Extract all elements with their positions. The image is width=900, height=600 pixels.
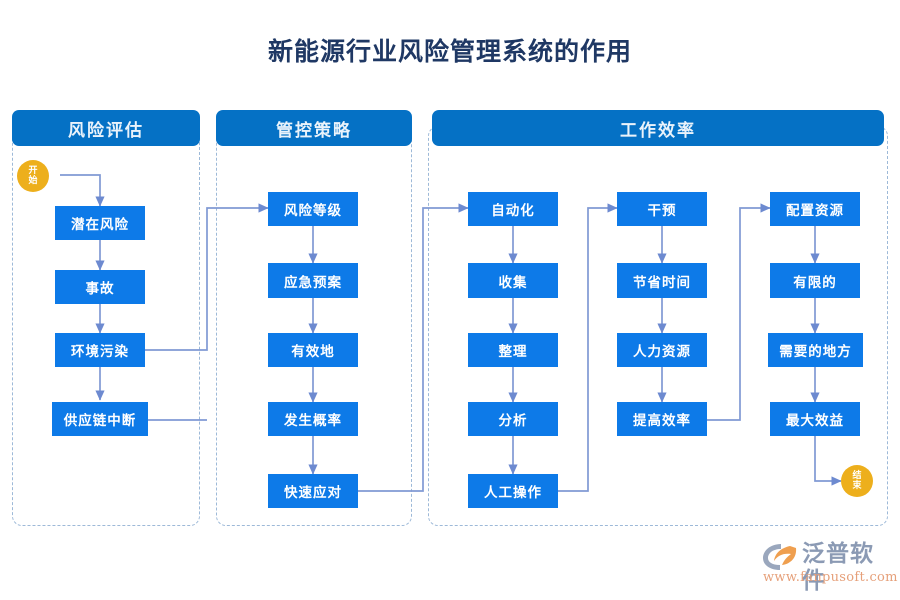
page-title: 新能源行业风险管理系统的作用: [267, 37, 632, 66]
node-column-risk-3[interactable]: 供应链中断: [52, 402, 148, 436]
logo-company-name: 泛普软件: [802, 541, 874, 594]
node-column-intervention-3[interactable]: 提高效率: [617, 402, 707, 436]
node-label: 自动化: [491, 203, 535, 219]
node-column-automation-2[interactable]: 整理: [468, 333, 558, 367]
logo-website-url: www.fanpusoft.com: [763, 570, 898, 585]
terminator-end-line2: 束: [852, 481, 862, 491]
node-column-automation-4[interactable]: 人工操作: [468, 474, 558, 508]
terminator-start-line2: 始: [28, 176, 38, 186]
group-header-label: 工作效率: [620, 120, 696, 141]
node-label: 收集: [498, 274, 528, 291]
node-label: 配置资源: [786, 203, 844, 219]
node-label: 需要的地方: [779, 344, 852, 360]
node-column-strategy-2[interactable]: 有效地: [268, 333, 358, 367]
node-label: 人力资源: [633, 344, 691, 360]
group-header-control-strategy[interactable]: 管控策略: [216, 110, 412, 146]
node-column-strategy-0[interactable]: 风险等级: [268, 192, 358, 226]
node-label: 干预: [647, 203, 677, 219]
node-label: 有限的: [793, 274, 837, 291]
node-column-resource-0[interactable]: 配置资源: [770, 192, 860, 226]
group-container-control-strategy: [216, 126, 412, 526]
node-column-intervention-0[interactable]: 干预: [617, 192, 707, 226]
node-column-resource-1[interactable]: 有限的: [770, 263, 860, 298]
group-header-label: 管控策略: [276, 120, 352, 141]
terminator-end-line1: 结: [852, 471, 862, 481]
node-label: 节省时间: [633, 274, 691, 291]
group-container-work-efficiency: [428, 126, 888, 526]
node-label: 风险等级: [284, 203, 342, 219]
node-label: 潜在风险: [71, 217, 129, 233]
node-column-strategy-4[interactable]: 快速应对: [268, 474, 358, 508]
node-column-strategy-1[interactable]: 应急预案: [268, 263, 358, 298]
node-label: 事故: [85, 281, 115, 297]
node-label: 人工操作: [484, 485, 542, 501]
node-column-resource-2[interactable]: 需要的地方: [768, 333, 863, 367]
node-column-intervention-2[interactable]: 人力资源: [617, 333, 707, 367]
terminator-start-line1: 开: [28, 166, 38, 176]
flowchart-canvas: 新能源行业风险管理系统的作用 风险评估 管控策略 工作效率 开 始 结 束 潜在…: [0, 0, 900, 600]
node-label: 发生概率: [284, 413, 342, 429]
terminator-end[interactable]: 结 束: [841, 465, 873, 497]
node-column-automation-3[interactable]: 分析: [468, 402, 558, 436]
group-header-risk-assessment[interactable]: 风险评估: [12, 110, 200, 146]
node-column-risk-2[interactable]: 环境污染: [55, 333, 145, 367]
node-label: 有效地: [291, 344, 335, 360]
node-label: 应急预案: [284, 274, 342, 291]
node-column-intervention-1[interactable]: 节省时间: [617, 263, 707, 298]
node-column-strategy-3[interactable]: 发生概率: [268, 402, 358, 436]
terminator-start[interactable]: 开 始: [17, 160, 49, 192]
node-column-automation-1[interactable]: 收集: [468, 263, 558, 298]
node-label: 最大效益: [786, 413, 844, 429]
brand-logo: 泛普软件 www.fanpusoft.com: [760, 540, 898, 594]
node-column-resource-3[interactable]: 最大效益: [770, 402, 860, 436]
node-label: 整理: [498, 344, 528, 360]
group-header-work-efficiency[interactable]: 工作效率: [432, 110, 884, 146]
logo-mark-icon: [763, 544, 797, 570]
node-column-risk-1[interactable]: 事故: [55, 270, 145, 304]
node-label: 供应链中断: [63, 413, 137, 429]
node-label: 快速应对: [284, 485, 342, 501]
node-label: 环境污染: [71, 344, 129, 360]
node-column-automation-0[interactable]: 自动化: [468, 192, 558, 226]
node-label: 分析: [498, 413, 528, 429]
node-label: 提高效率: [633, 413, 691, 429]
group-header-label: 风险评估: [68, 120, 144, 141]
node-column-risk-0[interactable]: 潜在风险: [55, 206, 145, 240]
